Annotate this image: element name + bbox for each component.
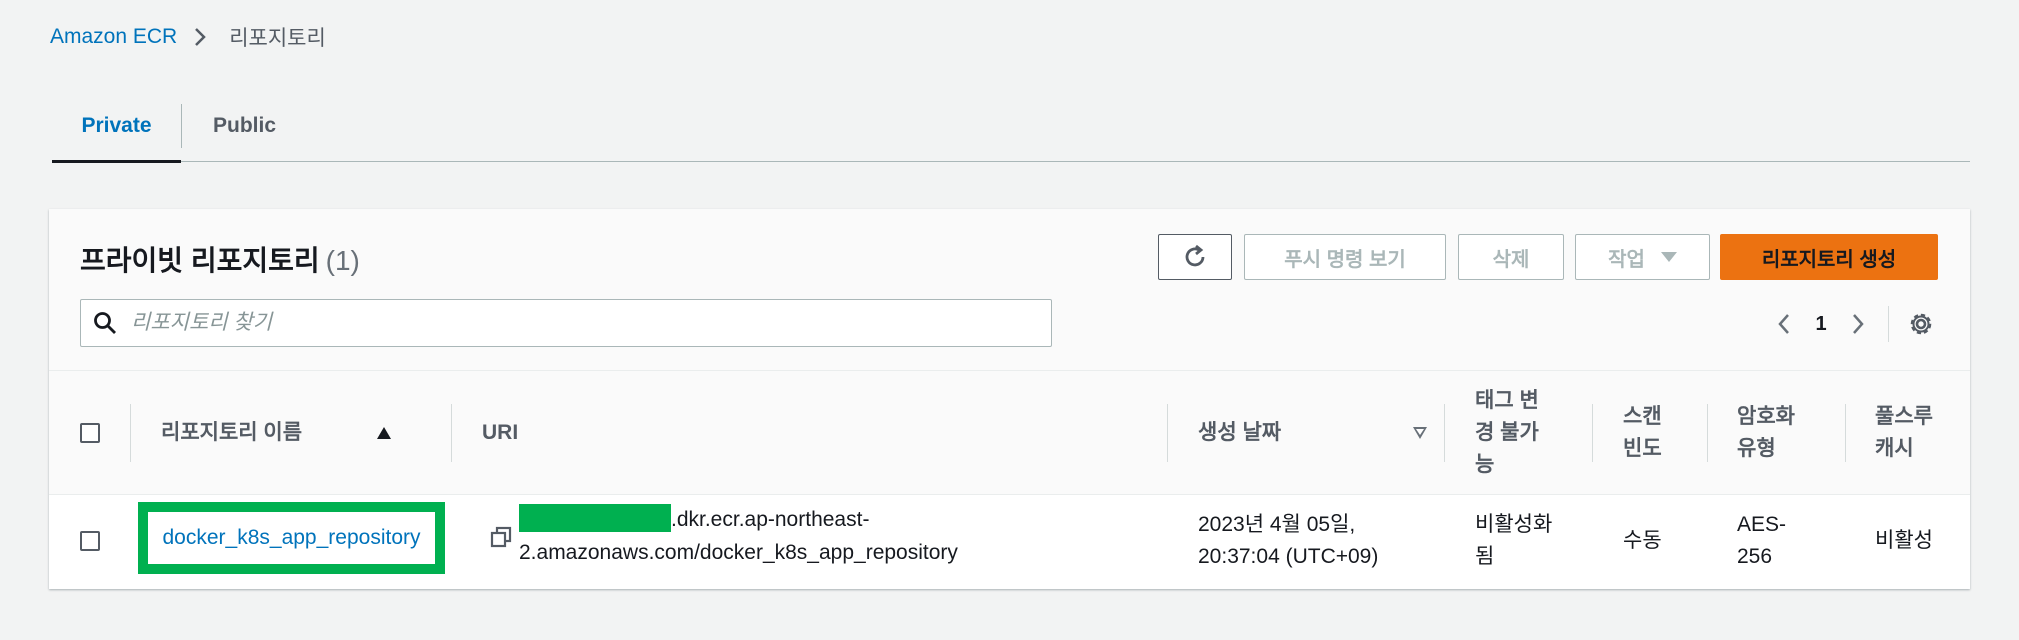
column-separator [130, 404, 131, 462]
breadcrumb-current: 리포지토리 [229, 27, 326, 50]
refresh-icon [1185, 244, 1205, 267]
delete-button[interactable]: 삭제 [1458, 234, 1564, 280]
column-header-repository-name[interactable]: 리포지토리 이름 [161, 371, 391, 495]
select-all-checkbox-cell [80, 371, 100, 495]
redacted-account-id [519, 504, 671, 532]
next-page-icon[interactable] [1841, 306, 1875, 342]
column-header-encryption-type[interactable]: 암호화 유형 [1737, 371, 1807, 495]
highlight-box: docker_k8s_app_repository [138, 502, 445, 574]
search-box [80, 299, 1052, 347]
column-header-created-at[interactable]: 생성 날짜 [1198, 371, 1427, 495]
column-separator [1592, 404, 1593, 462]
column-separator [1707, 404, 1708, 462]
pagination-divider [1888, 306, 1889, 342]
search-input[interactable] [131, 311, 1031, 335]
pull-through-cache-cell: 비활성 [1875, 529, 1933, 552]
panel-header: 프라이빗 리포지토리 (1) 푸시 명령 보기 삭제 작업 리포지토리 생성 리… [49, 209, 1970, 371]
tab-private[interactable]: Private [52, 90, 181, 163]
breadcrumb-link-amazon-ecr[interactable]: Amazon ECR [50, 25, 177, 49]
sort-descending-icon [1413, 427, 1427, 439]
breadcrumb: Amazon ECR 리포지토리 [50, 22, 326, 52]
panel-title-text: 프라이빗 리포지토리 [80, 245, 320, 276]
copy-icon[interactable] [489, 525, 513, 549]
current-page-number[interactable]: 1 [1801, 313, 1841, 336]
previous-page-icon[interactable] [1767, 306, 1801, 342]
repository-count: (1) [325, 245, 360, 276]
tab-bar: Private Public [52, 90, 1970, 163]
refresh-button[interactable] [1158, 234, 1232, 280]
repositories-panel: 프라이빗 리포지토리 (1) 푸시 명령 보기 삭제 작업 리포지토리 생성 리… [49, 209, 1970, 589]
repository-uri: .dkr.ecr.ap-northeast- 2.amazonaws.com/d… [519, 503, 958, 569]
created-at-cell: 2023년 4월 05일, 20:37:04 (UTC+09) [1198, 495, 1418, 587]
column-separator [1167, 404, 1168, 462]
row-select-checkbox[interactable] [80, 531, 100, 551]
created-at-date: 2023년 4월 05일, [1198, 513, 1356, 536]
select-all-checkbox[interactable] [80, 423, 100, 443]
view-push-commands-button[interactable]: 푸시 명령 보기 [1244, 234, 1446, 280]
search-icon [94, 312, 116, 334]
uri-cell: .dkr.ecr.ap-northeast- 2.amazonaws.com/d… [489, 503, 958, 569]
pagination: 1 [1767, 306, 1875, 342]
column-separator [451, 404, 452, 462]
create-repository-button[interactable]: 리포지토리 생성 [1720, 234, 1938, 280]
chevron-right-icon [193, 25, 211, 49]
column-header-pull-through-cache[interactable]: 풀스루 캐시 [1875, 371, 1945, 495]
scan-frequency-cell: 수동 [1623, 529, 1662, 552]
column-header-uri[interactable]: URI [482, 371, 518, 495]
actions-label: 작업 [1608, 248, 1645, 271]
sort-ascending-icon [377, 427, 391, 439]
table-header-row: 리포지토리 이름 URI 생성 날짜 태그 변경 불가능 스캔 빈도 암호화 유… [49, 371, 1970, 495]
uri-line-2: 2.amazonaws.com/docker_k8s_app_repositor… [519, 541, 958, 564]
tag-immutability-cell: 비활성화됨 [1475, 513, 1553, 568]
uri-line-1: .dkr.ecr.ap-northeast- [671, 508, 870, 531]
column-header-tag-immutability[interactable]: 태그 변경 불가능 [1475, 371, 1555, 495]
settings-gear-icon[interactable] [1903, 306, 1939, 342]
repository-name-link[interactable]: docker_k8s_app_repository [163, 526, 421, 550]
caret-down-icon [1660, 252, 1677, 262]
actions-dropdown-button[interactable]: 작업 [1575, 234, 1710, 280]
table-row: docker_k8s_app_repository .dkr.ecr.ap-no… [49, 495, 1970, 587]
panel-title: 프라이빗 리포지토리 (1) [80, 239, 360, 279]
tab-public[interactable]: Public [182, 90, 306, 162]
column-header-label: 리포지토리 이름 [161, 421, 303, 444]
column-separator [1845, 404, 1846, 462]
created-at-time: 20:37:04 (UTC+09) [1198, 545, 1379, 568]
column-header-scan-frequency[interactable]: 스캔 빈도 [1623, 371, 1673, 495]
row-checkbox-cell [80, 495, 100, 587]
column-header-label: 생성 날짜 [1198, 421, 1282, 444]
column-separator [1444, 404, 1445, 462]
encryption-type-cell: AES-256 [1737, 513, 1787, 568]
